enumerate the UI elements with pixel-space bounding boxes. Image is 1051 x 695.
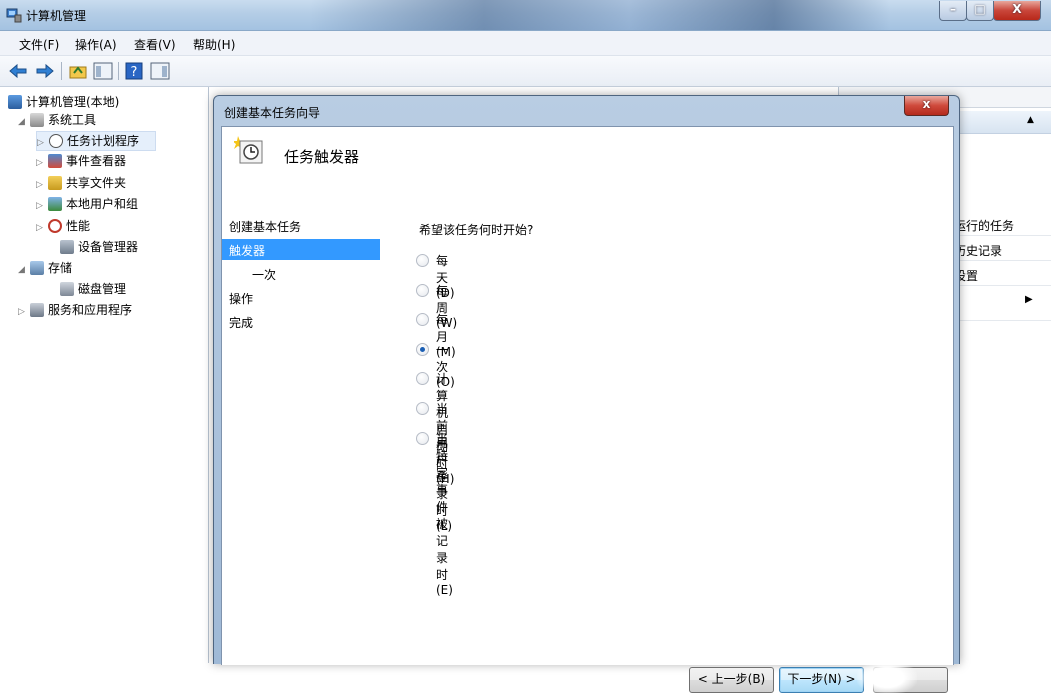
- maximize-button[interactable]: □: [966, 1, 994, 21]
- collapsed-arrow-icon[interactable]: ▷: [37, 138, 49, 148]
- close-icon: x: [922, 97, 931, 111]
- performance-icon: [48, 219, 62, 233]
- minimize-icon: –: [950, 2, 956, 16]
- next-button[interactable]: 下一步(N) >: [779, 667, 864, 693]
- console-tree: 计算机管理(本地) ◢ 系统工具 ▷ 任务计划程序 ▷ 事件查看器 ▷ 共享文件夹 ▷ 本…: [0, 87, 209, 663]
- menu-view[interactable]: 查看(V): [134, 36, 176, 53]
- window-title-bar[interactable]: 计算机管理 – □ X: [0, 0, 1051, 31]
- tree-node-system-tools[interactable]: ◢ 系统工具: [18, 111, 96, 129]
- tree-node-device-manager[interactable]: 设备管理器: [48, 238, 138, 256]
- collapsed-arrow-icon[interactable]: ▷: [36, 180, 48, 190]
- tree-node-services-apps[interactable]: ▷ 服务和应用程序: [18, 301, 132, 319]
- dialog-title: 创建基本任务向导: [224, 106, 321, 120]
- tree-node-shared-folders[interactable]: ▷ 共享文件夹: [36, 174, 126, 192]
- create-basic-task-wizard: 创建基本任务向导 x 任务触发器 创建基本任务 触发器 一次 操作 完成 希望该…: [213, 95, 960, 695]
- help-icon[interactable]: ?: [124, 61, 144, 81]
- radio-button[interactable]: [416, 313, 429, 326]
- back-arrow-icon[interactable]: [8, 61, 28, 81]
- tree-node-computer-management[interactable]: 计算机管理(本地): [8, 93, 119, 111]
- tree-node-event-viewer[interactable]: ▷ 事件查看器: [36, 152, 126, 170]
- radio-button-selected[interactable]: [416, 343, 429, 356]
- menu-help[interactable]: 帮助(H): [193, 36, 235, 53]
- wizard-steps: 创建基本任务 触发器 一次 操作 完成: [222, 215, 380, 665]
- step-create-basic-task[interactable]: 创建基本任务: [222, 215, 380, 236]
- back-button[interactable]: < 上一步(B): [689, 667, 774, 693]
- collapsed-arrow-icon[interactable]: ▷: [36, 201, 48, 211]
- toolbar-separator: [118, 62, 119, 80]
- tree-node-storage[interactable]: ◢ 存储: [18, 259, 72, 277]
- radio-button[interactable]: [416, 254, 429, 267]
- tree-node-disk-management[interactable]: 磁盘管理: [48, 280, 126, 298]
- computer-icon: [8, 95, 22, 109]
- storage-icon: [30, 261, 44, 275]
- tree-node-local-users[interactable]: ▷ 本地用户和组: [36, 195, 138, 213]
- maximize-icon: □: [974, 2, 986, 16]
- computer-management-icon: [6, 8, 22, 23]
- trigger-question: 希望该任务何时开始?: [419, 223, 534, 237]
- collapsed-arrow-icon[interactable]: ▷: [18, 307, 30, 317]
- radio-button[interactable]: [416, 284, 429, 297]
- title-bar-glass: [310, 0, 890, 30]
- services-icon: [30, 303, 44, 317]
- shared-folder-icon: [48, 176, 62, 190]
- task-clock-icon: [234, 136, 263, 164]
- show-hide-console-tree-icon[interactable]: [93, 61, 113, 81]
- dialog-close-button[interactable]: x: [904, 96, 949, 116]
- event-viewer-icon: [48, 154, 62, 168]
- dialog-body: 任务触发器 创建基本任务 触发器 一次 操作 完成 希望该任务何时开始? 每天(…: [221, 126, 954, 695]
- show-hide-action-pane-icon[interactable]: [150, 61, 170, 81]
- close-button[interactable]: X: [993, 1, 1041, 21]
- toolbar: ?: [0, 56, 1051, 87]
- window-title: 计算机管理: [26, 9, 87, 23]
- menu-bar: 文件(F) 操作(A) 查看(V) 帮助(H): [0, 31, 1051, 56]
- forward-arrow-icon[interactable]: [35, 61, 55, 81]
- expanded-arrow-icon[interactable]: ◢: [18, 117, 30, 127]
- collapsed-arrow-icon[interactable]: ▷: [36, 158, 48, 168]
- submenu-arrow-icon: ▶: [1025, 294, 1033, 305]
- users-icon: [48, 197, 62, 211]
- step-action[interactable]: 操作: [222, 287, 380, 308]
- menu-file[interactable]: 文件(F): [19, 36, 59, 53]
- radio-button[interactable]: [416, 432, 429, 445]
- tree-node-performance[interactable]: ▷ 性能: [36, 217, 90, 235]
- tree-node-task-scheduler[interactable]: ▷ 任务计划程序: [36, 131, 156, 151]
- close-icon: X: [1012, 2, 1022, 16]
- tools-icon: [30, 113, 44, 127]
- svg-text:?: ?: [131, 65, 138, 80]
- step-trigger[interactable]: 触发器: [222, 239, 380, 260]
- toolbar-separator: [61, 62, 62, 80]
- wizard-heading: 任务触发器: [284, 148, 360, 166]
- radio-button[interactable]: [416, 402, 429, 415]
- clock-icon: [49, 134, 63, 148]
- blurred-region: [857, 660, 917, 695]
- minimize-button[interactable]: –: [939, 1, 967, 21]
- radio-button[interactable]: [416, 372, 429, 385]
- disk-icon: [60, 282, 74, 296]
- expanded-arrow-icon[interactable]: ◢: [18, 265, 30, 275]
- step-once[interactable]: 一次: [222, 263, 380, 284]
- collapsed-arrow-icon[interactable]: ▷: [36, 223, 48, 233]
- device-manager-icon: [60, 240, 74, 254]
- menu-action[interactable]: 操作(A): [75, 36, 117, 53]
- step-finish[interactable]: 完成: [222, 311, 380, 332]
- up-folder-icon[interactable]: [68, 61, 88, 81]
- collapse-up-icon[interactable]: ▲: [1027, 115, 1034, 125]
